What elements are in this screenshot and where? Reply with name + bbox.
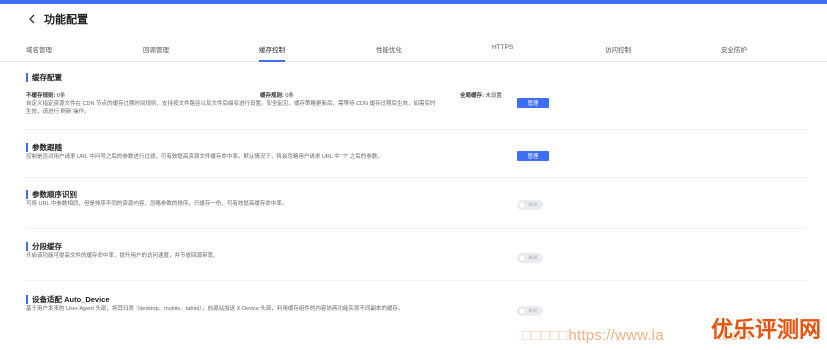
tab-origin-management[interactable]: 回源管理	[143, 44, 169, 54]
segment-cache-title: 分段缓存	[32, 241, 62, 251]
segment-cache-toggle[interactable]: 关闭	[517, 253, 543, 263]
divider	[26, 228, 806, 229]
section-marker	[26, 241, 28, 251]
cache-rules: 缓存规则: 0条	[260, 93, 294, 99]
toggle-knob	[519, 202, 525, 208]
global-cache: 全局缓存: 未设置	[460, 93, 502, 99]
tab-security[interactable]: 安全防护	[721, 44, 747, 54]
no-cache-rules: 不缓存规则: 0条	[26, 93, 66, 99]
segment-cache-description: 开启该功能可提高文件的缓存命中率，提升用户的访问速度，并节省回源带宽。	[26, 253, 219, 259]
toggle-label: 关闭	[528, 202, 537, 207]
tab-performance[interactable]: 性能优化	[376, 44, 402, 54]
section-marker	[26, 189, 28, 199]
back-arrow-icon[interactable]	[26, 12, 36, 26]
section-title: 设备适配 Auto_Device	[26, 294, 806, 304]
divider	[26, 129, 806, 130]
tab-cache-control[interactable]: 缓存控制	[259, 44, 285, 62]
page-title: 功能配置	[44, 14, 88, 26]
param-follow-manage-button[interactable]: 管理	[517, 151, 549, 161]
param-order-section: 参数顺序识别 可将 URL 中参数相同，但是排序不同的资源内容，忽略参数的排序，…	[26, 189, 806, 219]
divider	[26, 280, 806, 281]
watermark-placeholder: □□□□□	[522, 327, 569, 344]
section-title: 参数顺序识别	[26, 189, 806, 199]
section-marker	[26, 72, 28, 82]
segment-cache-section: 分段缓存 开启该功能可提高文件的缓存命中率，提升用户的访问速度，并节省回源带宽。…	[26, 241, 806, 271]
tab-https[interactable]: HTTPS	[492, 44, 513, 51]
param-order-title: 参数顺序识别	[32, 189, 77, 199]
toggle-label: 关闭	[528, 255, 537, 260]
watermark-brand: 优乐评测网	[710, 317, 821, 342]
tab-bar: 域名管理 回源管理 缓存控制 性能优化 HTTPS 访问控制 安全防护	[0, 40, 827, 62]
cache-config-title: 缓存配置	[32, 72, 62, 82]
section-title: 参数跟随	[26, 142, 806, 152]
tab-domain-management[interactable]: 域名管理	[26, 44, 52, 54]
cache-config-section: 缓存配置 不缓存规则: 0条 缓存规则: 0条 全局缓存: 未设置 自定义指定资…	[26, 72, 806, 128]
tab-access-control[interactable]: 访问控制	[605, 44, 631, 54]
section-marker	[26, 294, 28, 304]
cache-config-description: 自定义指定资源文件在 CDN 节点的缓存过期时间规则，支持按文件路径以及文件后缀…	[26, 101, 436, 115]
param-follow-description: 控制是否对用户请求 URL 中问号之后的参数进行过滤，可有效提高资源文件缓存命中…	[26, 154, 383, 160]
cache-config-manage-button[interactable]: 管理	[517, 98, 549, 108]
divider	[26, 177, 806, 178]
toggle-knob	[519, 255, 525, 261]
site-watermark: □□□□□https://www.laxxxxxxx.com 优乐评测网	[522, 312, 821, 344]
param-follow-section: 参数跟随 控制是否对用户请求 URL 中问号之后的参数进行过滤，可有效提高资源文…	[26, 142, 806, 172]
section-title: 分段缓存	[26, 241, 806, 251]
device-adapt-title: 设备适配 Auto_Device	[32, 294, 110, 304]
param-order-description: 可将 URL 中参数相同，但是排序不同的资源内容，忽略参数的排序，只缓存一份，可…	[26, 201, 288, 207]
section-marker	[26, 142, 28, 152]
device-adapt-description: 基于用户发来的 User-Agent 头部，将其归类（desktop、mobil…	[26, 306, 404, 312]
param-follow-title: 参数跟随	[32, 142, 62, 152]
section-title: 缓存配置	[26, 72, 806, 82]
param-order-toggle[interactable]: 关闭	[517, 200, 543, 210]
page-header: 功能配置	[0, 4, 827, 34]
